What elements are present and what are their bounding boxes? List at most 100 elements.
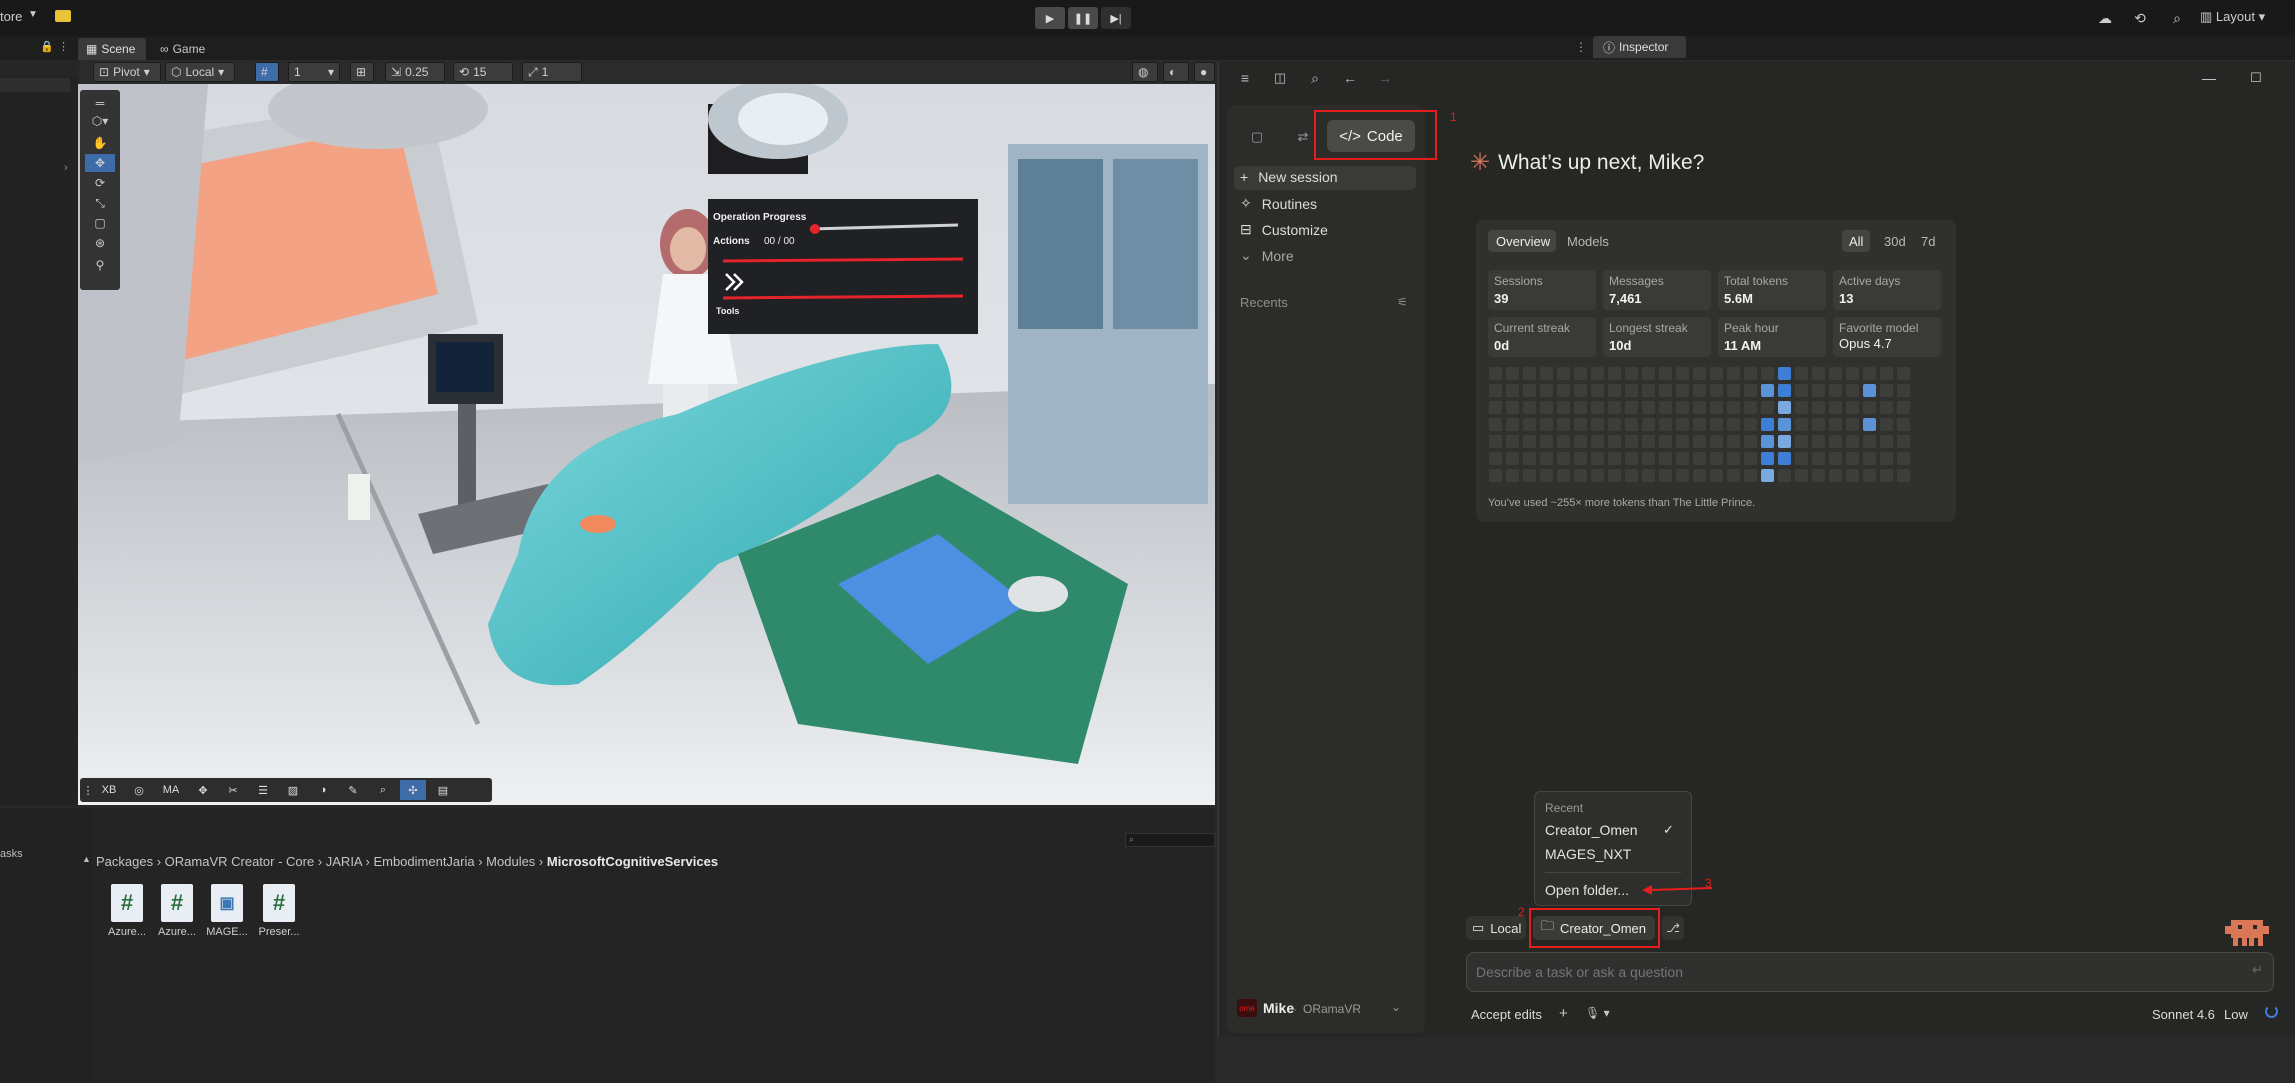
layout-dropdown[interactable]: ▥ Layout ▾ — [2200, 9, 2265, 25]
model-selector[interactable]: Sonnet 4.6 — [2152, 1007, 2215, 1022]
accept-edits-toggle[interactable]: Accept edits — [1471, 1007, 1542, 1022]
project-search-field[interactable]: ⌕ — [1125, 833, 1215, 847]
local-toggle[interactable]: ⬡ Local ▾ — [165, 62, 235, 82]
environment-local-chip[interactable]: ▭ Local — [1466, 916, 1526, 940]
view-cube-icon[interactable]: ⬡▾ — [85, 112, 115, 130]
range-30d[interactable]: 30d — [1884, 234, 1906, 249]
shading-icon[interactable]: ◐ — [1163, 62, 1189, 82]
kebab-icon[interactable]: ⋮ — [1575, 40, 1587, 54]
asset-item[interactable]: # Azure... — [152, 884, 202, 938]
move-tool-icon[interactable]: ✥ — [85, 154, 115, 172]
sphere-icon[interactable]: ◑ — [310, 780, 336, 800]
snap-value-field[interactable]: ⇲ 0.25 — [385, 62, 445, 82]
asset-item[interactable]: # Azure... — [102, 884, 152, 938]
history-icon[interactable]: ⟲ — [2130, 8, 2150, 28]
effects-icon[interactable]: ● — [1194, 62, 1215, 82]
prompt-input[interactable] — [1476, 961, 2236, 983]
tab-game[interactable]: ∞ Game — [160, 38, 205, 60]
rotate-tool-icon[interactable]: ⟳ — [85, 174, 115, 192]
branch-icon[interactable]: ⎇ — [1662, 916, 1684, 940]
heatmap-cell — [1489, 469, 1502, 482]
scissors-icon[interactable]: ✂ — [220, 780, 246, 800]
sidebar-item-new-session-row[interactable]: + New session — [1240, 169, 1338, 185]
sidebar-item-more[interactable]: ⌄ More — [1240, 247, 1294, 264]
move-icon[interactable]: ✥ — [190, 780, 216, 800]
menu-icon[interactable]: ≡ — [1236, 70, 1254, 86]
sliders-icon[interactable]: ☰ — [250, 780, 276, 800]
rotate-snap-field[interactable]: ⟲ 15 — [453, 62, 513, 82]
snap-icon[interactable]: ⊞ — [350, 62, 374, 82]
breadcrumb-item[interactable]: ORamaVR Creator - Core — [165, 854, 315, 869]
search-icon[interactable]: ⌕ — [1306, 70, 1324, 86]
filter-icon[interactable]: ⚟ — [1397, 295, 1408, 309]
microphone-icon[interactable]: 🎙 ▾ — [1585, 1006, 1610, 1020]
expand-arrow-icon[interactable]: › — [64, 162, 68, 174]
asset-item[interactable]: ▣ MAGE... — [202, 884, 252, 938]
sidebar-item-routines[interactable]: ✧ Routines — [1240, 195, 1317, 212]
grid-pattern-icon[interactable]: ▨ — [280, 780, 306, 800]
scale-snap-field[interactable]: ⤢ 1 — [522, 62, 582, 82]
minimize-icon[interactable]: — — [2200, 70, 2218, 86]
collapse-arrow-icon[interactable]: ▲ — [82, 854, 91, 864]
custom-tool-icon[interactable]: ⚲ — [85, 256, 115, 274]
tab-models[interactable]: Models — [1567, 234, 1609, 249]
breadcrumb-current[interactable]: MicrosoftCognitiveServices — [547, 854, 718, 869]
range-7d[interactable]: 7d — [1921, 234, 1935, 249]
ma-button[interactable]: MA — [156, 780, 186, 800]
hierarchy-search-field[interactable] — [0, 78, 70, 92]
breadcrumb-item[interactable]: EmbodimentJaria — [373, 854, 474, 869]
drag-handle-icon[interactable]: ⋮ — [82, 780, 94, 800]
scene-view[interactable] — [78, 84, 1215, 805]
cloud-icon[interactable]: ☁ — [2095, 8, 2115, 28]
globe-icon[interactable]: ◍ — [1132, 62, 1158, 82]
store-menu[interactable]: tore — [0, 9, 22, 24]
menu-item-creator-omen[interactable]: Creator_Omen — [1545, 822, 1638, 838]
heatmap-cell — [1744, 435, 1757, 448]
asset-item[interactable]: # Preser... — [254, 884, 304, 938]
grid-toggle[interactable]: # — [255, 62, 279, 82]
menu-item-open-folder[interactable]: Open folder... — [1545, 882, 1629, 898]
heatmap-cell — [1710, 401, 1723, 414]
breadcrumb-item[interactable]: JARIA — [326, 854, 362, 869]
submit-icon[interactable]: ↵ — [2252, 962, 2263, 978]
heatmap-cell — [1676, 452, 1689, 465]
lock-icon[interactable]: 🔒 — [40, 40, 54, 53]
heatmap-cell — [1727, 418, 1740, 431]
forward-arrow-icon[interactable]: → — [1376, 70, 1394, 86]
kebab-icon[interactable]: ⋮ — [58, 40, 69, 53]
compass-icon[interactable]: ◎ — [126, 780, 152, 800]
play-button[interactable]: ▶ — [1035, 7, 1065, 29]
pause-button[interactable]: ❚❚ — [1068, 7, 1098, 29]
scale-tool-icon[interactable]: ⤡ — [85, 194, 115, 212]
rect-tool-icon[interactable]: ▢ — [85, 214, 115, 232]
sidebar-toggle-icon[interactable]: ◫ — [1271, 70, 1289, 86]
xb-button[interactable]: XB — [96, 780, 122, 800]
search-icon[interactable]: ⌕ — [2167, 8, 2187, 28]
tab-inspector[interactable]: ⓘ Inspector — [1593, 36, 1686, 58]
breadcrumb-item[interactable]: Packages — [96, 854, 153, 869]
chevron-down-icon[interactable]: ▼ — [28, 9, 38, 20]
back-arrow-icon[interactable]: ← — [1341, 70, 1359, 86]
hand-tool-icon[interactable]: ✋ — [85, 134, 115, 152]
settings-grid-icon[interactable]: ▤ — [430, 780, 456, 800]
tab-scene[interactable]: ▦ Scene — [78, 38, 146, 60]
breadcrumb-item[interactable]: Modules — [486, 854, 535, 869]
stat-value: 5.6M — [1724, 291, 1753, 306]
effort-selector[interactable]: Low — [2224, 1007, 2248, 1022]
sidebar-item-customize[interactable]: ⊟ Customize — [1240, 221, 1328, 238]
heatmap-cell — [1863, 418, 1876, 431]
step-button[interactable]: ▶| — [1101, 7, 1131, 29]
maximize-icon[interactable]: ☐ — [2247, 70, 2265, 86]
zoom-icon[interactable]: ⌕ — [370, 780, 396, 800]
chevron-down-icon[interactable]: ⌄ — [1391, 1000, 1401, 1014]
collab-icon[interactable] — [55, 10, 71, 22]
menu-item-mages-nxt[interactable]: MAGES_NXT — [1545, 846, 1631, 862]
pivot-toggle[interactable]: ⊡ Pivot ▾ — [93, 62, 161, 82]
plus-icon[interactable]: + — [1559, 1005, 1568, 1022]
grid-count-field[interactable]: 1 ▾ — [288, 62, 340, 82]
drag-handle-icon[interactable]: ═ — [85, 94, 115, 112]
chat-mode-icon[interactable]: ▢ — [1242, 124, 1272, 150]
paint-icon[interactable]: ✎ — [340, 780, 366, 800]
pan-icon[interactable]: ✣ — [400, 780, 426, 800]
transform-tool-icon[interactable]: ⊛ — [85, 234, 115, 252]
